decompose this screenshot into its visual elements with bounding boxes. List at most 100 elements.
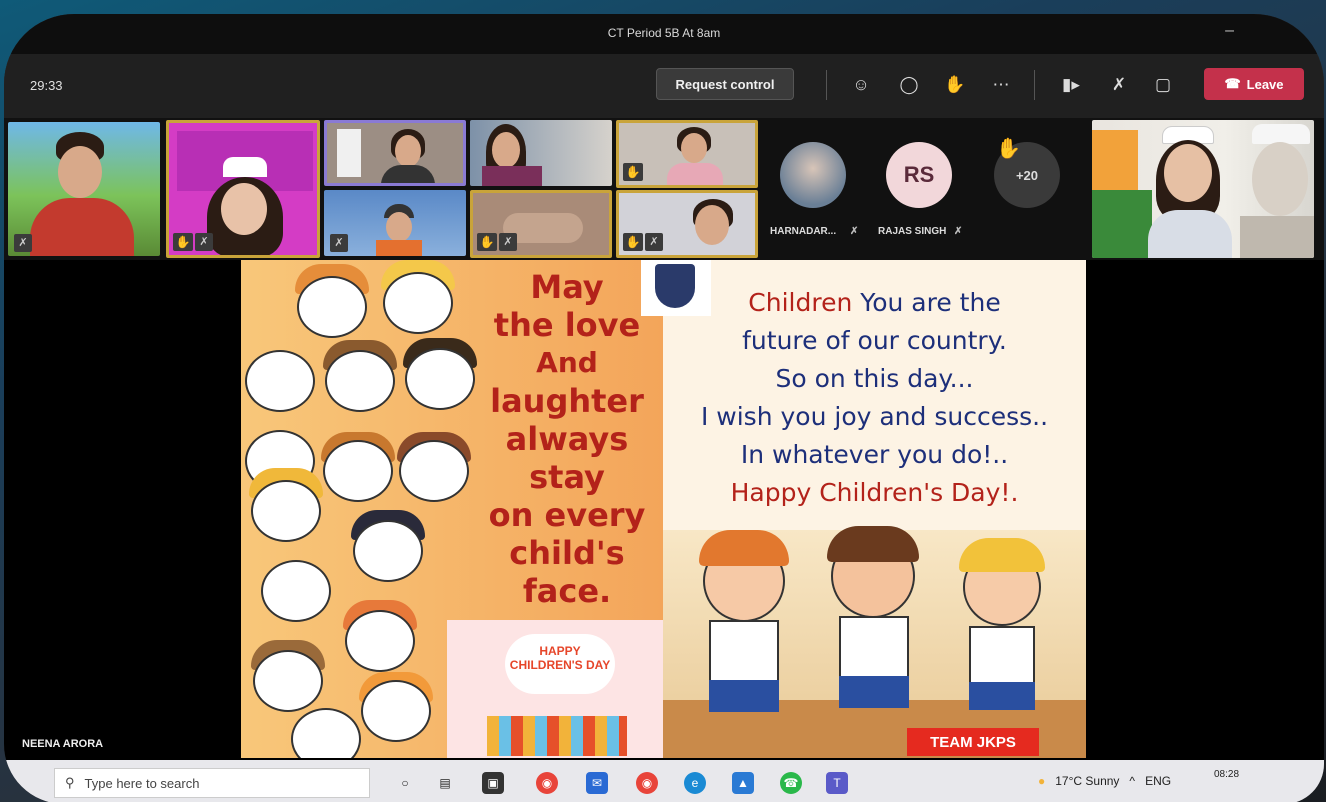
video-tile[interactable] — [470, 120, 612, 186]
poem-line: And — [536, 346, 598, 379]
meeting-timer: 29:33 — [30, 78, 63, 93]
mic-muted-icon: ✗ — [645, 233, 663, 251]
video-gallery: ✗ ✋ ✗ ✋ ✗ ✋ ✗ ✋ ✗ HARNADAR... ✗ RS RAJAS… — [4, 118, 1324, 260]
poem-line: stay — [529, 458, 605, 496]
edge-icon[interactable]: e — [684, 772, 706, 794]
mail-icon[interactable]: ✉ — [586, 772, 608, 794]
camera-icon[interactable]: ▮▸ — [1058, 72, 1084, 98]
participant-name: RAJAS SINGH — [878, 226, 947, 237]
poem-line: always — [505, 420, 629, 458]
poem-line: May — [530, 268, 604, 306]
chrome-profile-icon[interactable]: ◉ — [636, 772, 658, 794]
cartoon-face — [297, 276, 367, 338]
teams-icon[interactable]: T — [826, 772, 848, 794]
clock[interactable]: 08:28 — [1214, 768, 1239, 781]
windows-taskbar: ⚲ Type here to search ○ ▤ ▣ ◉ ✉ ◉ e ▲ ☎ … — [4, 760, 1324, 802]
video-tile[interactable] — [1092, 120, 1314, 258]
participant-avatar[interactable] — [780, 142, 846, 208]
cartoon-face — [399, 440, 469, 502]
slide-right-panel: Children You are the future of our count… — [641, 260, 1086, 758]
cartoon-face — [261, 560, 331, 622]
poem-line: laughter — [490, 382, 644, 420]
cartoon-face — [405, 348, 475, 410]
language-indicator[interactable]: ENG — [1145, 774, 1171, 788]
cortana-icon[interactable]: ○ — [394, 772, 416, 794]
cartoon-face — [251, 480, 321, 542]
raise-hand-icon[interactable]: ✋ — [942, 72, 968, 98]
raised-hand-icon: ✋ — [623, 163, 643, 181]
video-tile[interactable]: ✋ ✗ — [166, 120, 320, 258]
meeting-title: CT Period 5B At 8am — [607, 26, 721, 40]
mic-muted-icon: ✗ — [954, 226, 963, 237]
shared-content-stage: May the love And laughter always stay on… — [4, 260, 1324, 760]
teams-window: CT Period 5B At 8am – 29:33 Request cont… — [4, 14, 1324, 802]
task-view-icon[interactable]: ▤ — [434, 772, 456, 794]
taskbar-search[interactable]: ⚲ Type here to search — [54, 768, 370, 798]
cartoon-face — [323, 440, 393, 502]
meeting-toolbar: 29:33 Request control ☺ ◯ ✋ ⋯ ▮▸ ✗ ▢ ☎ L… — [4, 54, 1324, 118]
mini-card-text: HAPPY CHILDREN'S DAY — [509, 644, 611, 672]
poem-line: face. — [522, 572, 612, 610]
cartoon-illustration — [663, 526, 1086, 758]
chat-icon[interactable]: ◯ — [896, 72, 922, 98]
poem-line: child's — [509, 534, 625, 572]
video-tile[interactable]: ✋ — [616, 120, 758, 188]
cartoon-face — [345, 610, 415, 672]
slide-left-panel: May the love And laughter always stay on… — [241, 260, 669, 758]
participant-avatar-initials[interactable]: RS — [886, 142, 952, 208]
cartoon-face — [245, 350, 315, 412]
whatsapp-icon[interactable]: ☎ — [780, 772, 802, 794]
mic-muted-icon: ✗ — [330, 234, 348, 252]
mini-card: HAPPY CHILDREN'S DAY — [447, 620, 669, 758]
message-line: I wish you joy and success.. — [700, 402, 1049, 431]
message-line: In whatever you do!.. — [740, 440, 1009, 469]
video-tile[interactable]: ✗ — [8, 122, 160, 256]
shared-slide: May the love And laughter always stay on… — [241, 260, 1086, 758]
poem-text: May the love And laughter always stay on… — [479, 268, 655, 610]
cartoon-face — [361, 680, 431, 742]
message-line: Children You are the — [748, 288, 1001, 317]
poem-line: the love — [493, 306, 641, 344]
mic-muted-icon: ✗ — [14, 234, 32, 252]
share-icon[interactable]: ▢ — [1150, 72, 1176, 98]
cartoon-face — [383, 272, 453, 334]
presenter-name: NEENA ARORA — [22, 738, 104, 750]
mic-muted-icon: ✗ — [850, 226, 859, 237]
raised-hand-icon: ✋ — [996, 138, 1021, 160]
weather-text[interactable]: 17°C Sunny — [1055, 774, 1119, 788]
video-tile[interactable] — [324, 120, 466, 186]
toolbar-divider — [826, 70, 827, 100]
video-tile[interactable]: ✋ ✗ — [616, 190, 758, 258]
system-tray: ● 17°C Sunny ^ ENG — [1038, 774, 1171, 788]
message-line: future of our country. — [742, 326, 1007, 355]
raised-hand-icon: ✋ — [173, 233, 193, 251]
minimize-icon[interactable]: – — [1225, 22, 1234, 40]
raised-hand-icon: ✋ — [623, 233, 643, 251]
video-tile[interactable]: ✋ ✗ — [470, 190, 612, 258]
mic-muted-icon: ✗ — [195, 233, 213, 251]
chevron-up-icon[interactable]: ^ — [1129, 774, 1135, 788]
message-line: So on this day... — [775, 364, 974, 393]
store-icon[interactable]: ▣ — [482, 772, 504, 794]
team-badge: TEAM JKPS — [907, 728, 1039, 756]
cartoon-face — [325, 350, 395, 412]
request-control-button[interactable]: Request control — [656, 68, 794, 100]
weather-icon: ● — [1038, 774, 1046, 788]
photos-icon[interactable]: ▲ — [732, 772, 754, 794]
phone-icon: ☎ — [1224, 76, 1241, 91]
participant-name: HARNADAR... — [770, 226, 837, 237]
leave-button[interactable]: ☎ Leave — [1204, 68, 1304, 100]
cartoon-face — [353, 520, 423, 582]
title-bar: CT Period 5B At 8am – — [4, 14, 1324, 54]
participants-icon[interactable]: ☺ — [848, 72, 874, 98]
chrome-icon[interactable]: ◉ — [536, 772, 558, 794]
toolbar-divider — [1034, 70, 1035, 100]
search-icon: ⚲ — [65, 775, 75, 790]
mic-muted-icon[interactable]: ✗ — [1106, 72, 1132, 98]
raised-hand-icon: ✋ — [477, 233, 497, 251]
cartoon-face — [253, 650, 323, 712]
more-icon[interactable]: ⋯ — [988, 72, 1014, 98]
search-placeholder: Type here to search — [84, 775, 200, 791]
photo-background: CT Period 5B At 8am – 29:33 Request cont… — [0, 0, 1326, 802]
video-tile[interactable]: ✗ — [324, 190, 466, 256]
